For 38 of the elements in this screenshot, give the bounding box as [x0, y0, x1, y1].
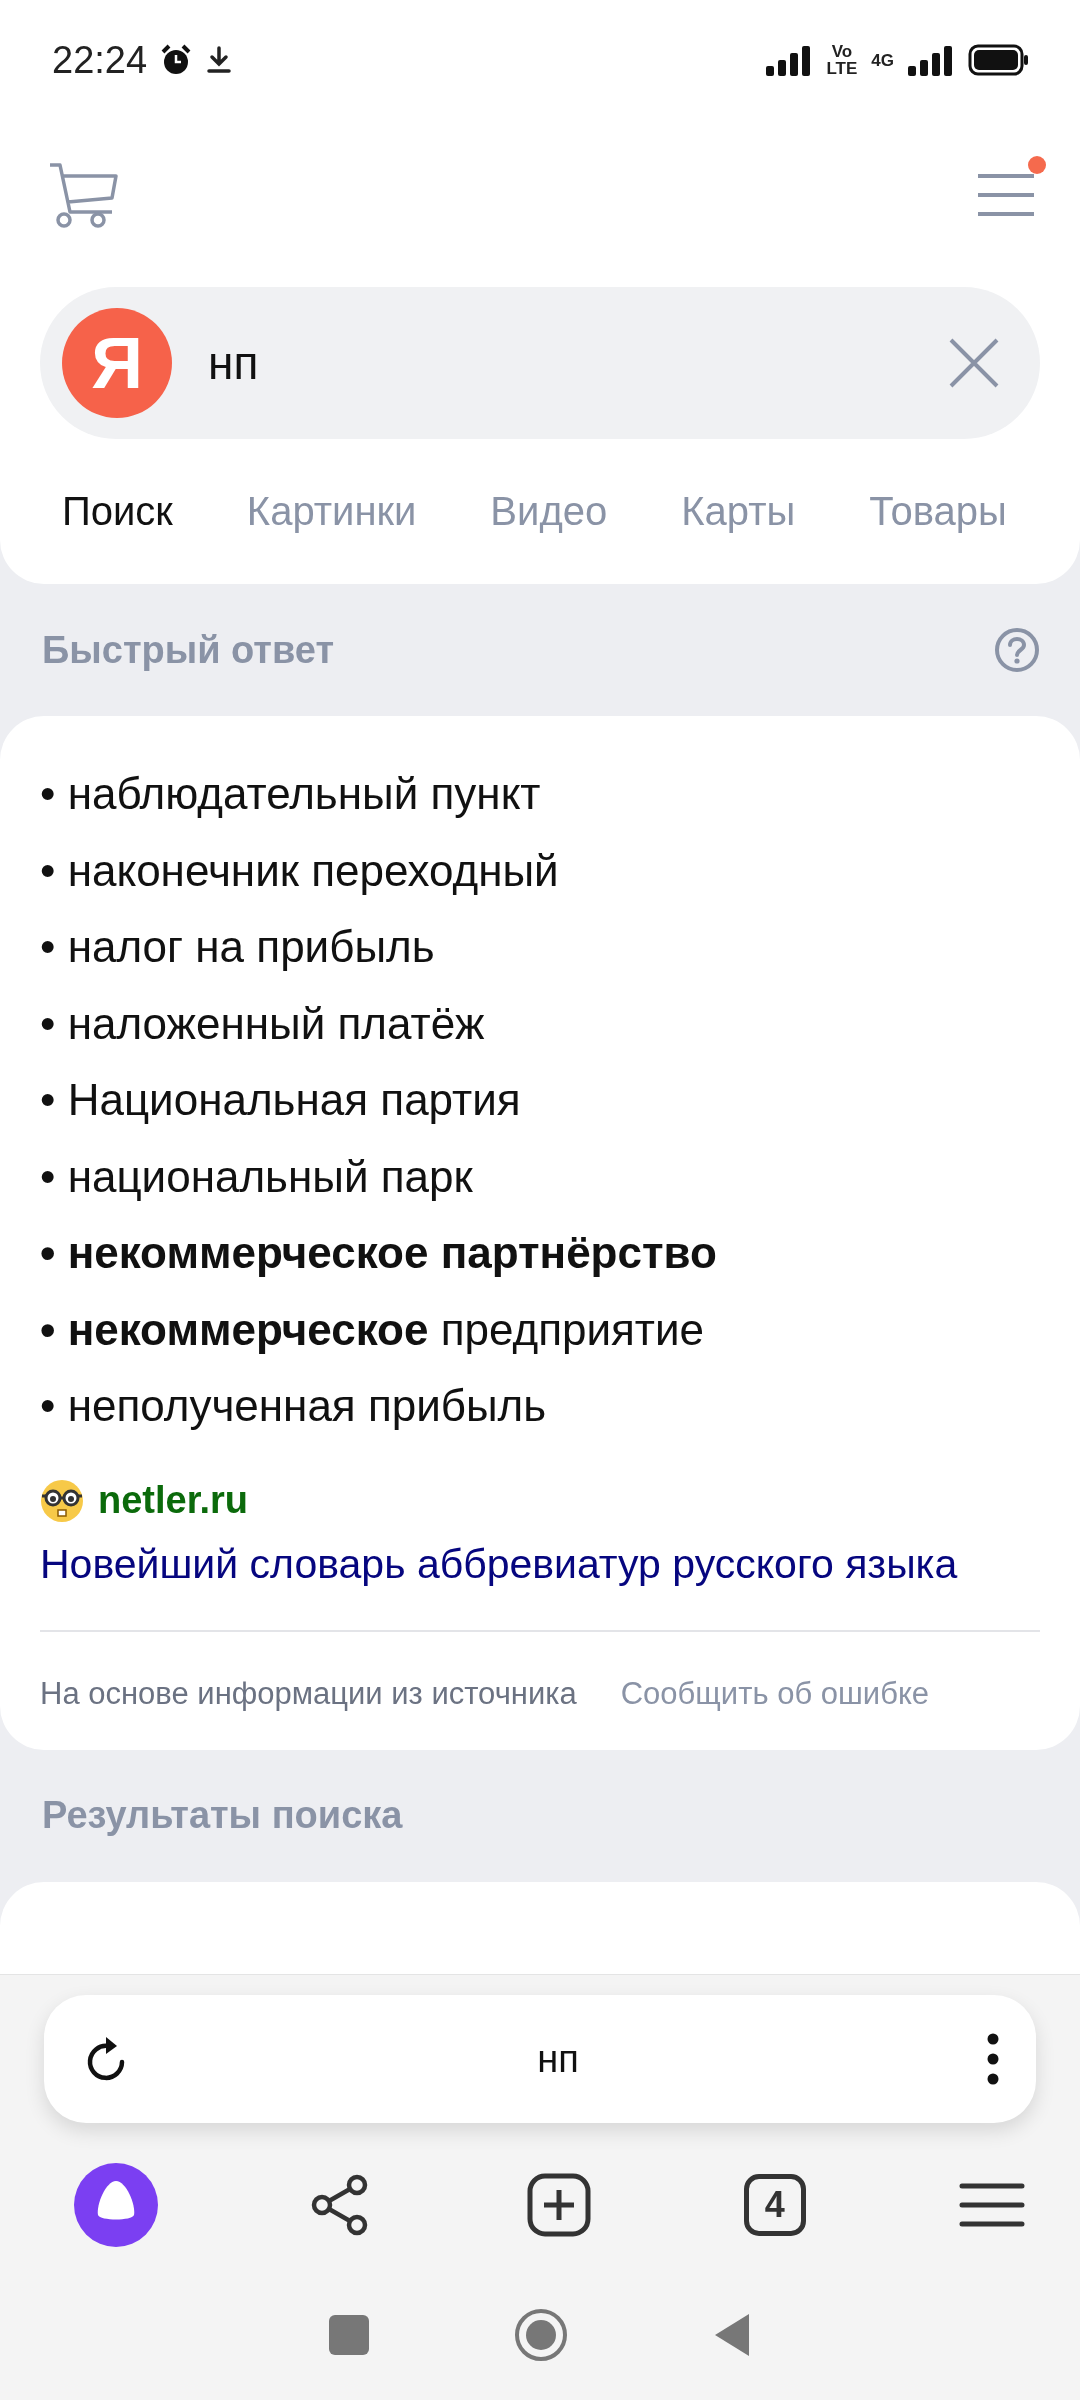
lte-label: LTE: [826, 60, 858, 77]
answer-item: • неполученная прибыль: [40, 1380, 548, 1432]
battery-icon: [968, 44, 1030, 76]
answer-item: • наблюдательный пункт: [40, 768, 542, 820]
volte-label: Vo: [831, 43, 853, 60]
new-tab-icon[interactable]: [526, 2173, 591, 2237]
home-icon[interactable]: [514, 2308, 568, 2362]
answer-item: • наконечник переходный: [40, 844, 560, 897]
answer-item: • налог на прибыль: [40, 921, 436, 973]
answer-item: • Национальная партия: [40, 1074, 522, 1126]
answer-item: • некоммерческое предприятие: [40, 1303, 706, 1356]
more-icon[interactable]: [986, 2033, 1000, 2085]
network-label: 4G: [871, 51, 894, 69]
assistant-icon[interactable]: [74, 2163, 158, 2247]
back-icon[interactable]: [713, 2312, 751, 2358]
answer-item: • национальный парк: [40, 1150, 474, 1203]
menu-icon[interactable]: [959, 2182, 1025, 2228]
section-heading: Результаты поиска: [42, 1794, 403, 1837]
signal-icon: [908, 44, 954, 76]
close-icon[interactable]: [948, 337, 1000, 389]
search-logo: Я: [62, 308, 172, 418]
source-link[interactable]: Новейший словарь аббревиатур русского языка: [40, 1540, 1040, 1588]
signal-icon: [766, 44, 813, 76]
tabs-button[interactable]: 4: [743, 2174, 806, 2236]
alarm-icon: [161, 44, 192, 76]
status-time: 22:24: [52, 38, 148, 82]
source-note: На основе информации из источника: [40, 1675, 577, 1712]
section-heading: Быстрый ответ: [42, 628, 335, 672]
address-bar[interactable]: нп: [44, 1995, 1036, 2123]
search-tab[interactable]: Поиск: [62, 489, 173, 534]
search-field[interactable]: Я нп: [40, 287, 1040, 439]
source-site[interactable]: netler.ru: [98, 1479, 248, 1522]
nerd-face-icon: [40, 1478, 84, 1523]
answer-item: • наложенный платёж: [40, 997, 486, 1050]
help-icon[interactable]: [994, 627, 1040, 673]
download-icon: [205, 45, 234, 75]
cart-icon[interactable]: [48, 162, 120, 228]
answer-item: • некоммерческое партнёрство: [40, 1227, 718, 1279]
